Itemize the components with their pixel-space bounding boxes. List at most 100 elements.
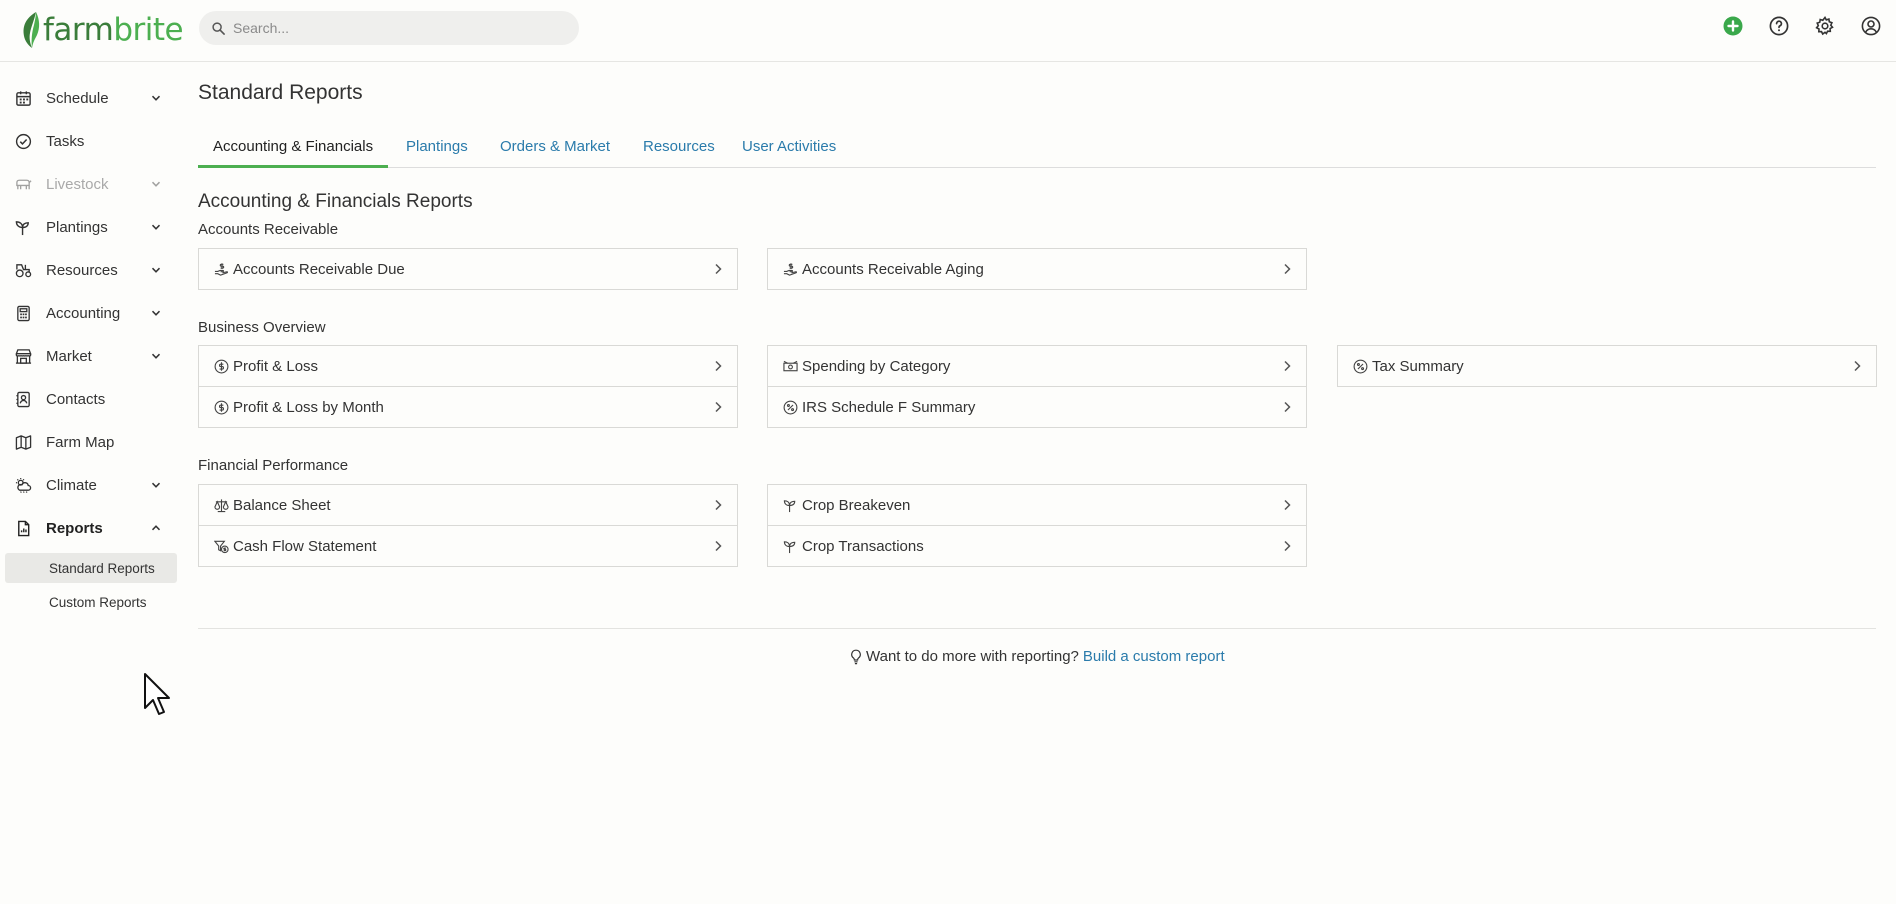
chevron-right-icon [715,263,722,275]
tab-orders-market[interactable]: Orders & Market [485,130,625,168]
sidebar-item-farm-map[interactable]: Farm Map [0,422,182,462]
chevron-up-icon [151,525,161,531]
report-card-cash-flow-statement[interactable]: Cash Flow Statement [198,525,738,567]
sidebar-item-label: Plantings [46,218,108,236]
leaf-logo-icon [23,12,40,48]
report-label: Profit & Loss by Month [233,398,384,416]
tab-accounting-financials[interactable]: Accounting & Financials [198,130,389,168]
report-card-accounts-receivable-due[interactable]: Accounts Receivable Due [198,248,738,290]
sidebar-item-accounting[interactable]: Accounting [0,293,182,333]
chevron-right-icon [715,401,722,413]
sidebar-item-label: Reports [46,519,103,537]
sidebar-item-market[interactable]: Market [0,336,182,376]
chevron-right-icon [1284,499,1291,511]
scale-icon [213,497,229,513]
livestock-icon [14,175,32,193]
report-card-crop-transactions[interactable]: Crop Transactions [767,525,1307,567]
search-input[interactable] [233,20,553,36]
report-label: Crop Transactions [802,537,924,555]
user-icon[interactable] [1860,15,1882,37]
percent-circle-icon [782,399,798,415]
gear-icon[interactable] [1814,15,1836,37]
logo-wordmark: farmbrite [43,12,184,48]
help-icon[interactable] [1768,15,1790,37]
chevron-down-icon [151,224,161,230]
add-circle-icon[interactable] [1722,15,1744,37]
report-label: Accounts Receivable Aging [802,260,984,278]
tab-user-activities[interactable]: User Activities [727,130,851,168]
dollar-circle-icon [213,358,229,374]
sidebar-subitem-custom-reports[interactable]: Custom Reports [5,587,177,617]
report-card-irs-schedule-f-summary[interactable]: IRS Schedule F Summary [767,386,1307,428]
sidebar-item-plantings[interactable]: Plantings [0,207,182,247]
page-title: Standard Reports [198,81,363,104]
report-card-crop-breakeven[interactable]: Crop Breakeven [767,484,1307,526]
logo-part-farm: farm [43,12,114,48]
chevron-down-icon [151,482,161,488]
report-card-tax-summary[interactable]: Tax Summary [1337,345,1877,387]
calendar-icon [14,89,32,107]
chevron-right-icon [715,499,722,511]
money-bill-icon [782,358,798,374]
report-card-spending-by-category[interactable]: Spending by Category [767,345,1307,387]
sidebar-item-schedule[interactable]: Schedule [0,78,182,118]
sidebar-item-label: Tasks [46,132,85,150]
chevron-right-icon [1284,263,1291,275]
report-card-balance-sheet[interactable]: Balance Sheet [198,484,738,526]
report-card-profit-loss[interactable]: Profit & Loss [198,345,738,387]
sidebar-item-label: Climate [46,476,97,494]
hand-money-icon [213,261,229,277]
search-bar[interactable] [199,11,579,45]
chevron-right-icon [1854,360,1861,372]
chevron-down-icon [151,353,161,359]
group-title-accounts-receivable: Accounts Receivable [198,221,339,238]
sprout-icon [782,538,798,554]
report-label: Balance Sheet [233,496,331,514]
farmbrite-logo[interactable]: farmbrite [20,8,184,52]
group-title-business-overview: Business Overview [198,319,326,336]
sidebar-subitem-standard-reports[interactable]: Standard Reports [5,553,177,583]
cash-flow-icon [213,538,229,554]
calculator-icon [14,304,32,322]
chevron-down-icon [151,310,161,316]
sidebar-item-label: Livestock [46,175,109,193]
report-label: Profit & Loss [233,357,319,375]
group-title-financial-performance: Financial Performance [198,457,349,474]
report-card-accounts-receivable-aging[interactable]: Accounts Receivable Aging [767,248,1307,290]
sprout-icon [14,218,32,236]
sprout-icon [782,497,798,513]
check-circle-icon [14,132,32,150]
report-tabs: Accounting & Financials Plantings Orders… [198,130,1876,168]
weather-icon [14,476,32,494]
search-icon [212,21,225,35]
sidebar-item-label: Farm Map [46,433,115,451]
sidebar-item-label: Accounting [46,304,121,322]
lightbulb-icon [851,649,861,664]
sidebar-item-label: Contacts [46,390,106,408]
top-header: farmbrite [0,0,1896,62]
report-card-profit-loss-by-month[interactable]: Profit & Loss by Month [198,386,738,428]
sidebar-item-contacts[interactable]: Contacts [0,379,182,419]
map-icon [14,433,32,451]
chevron-right-icon [715,360,722,372]
chevron-down-icon [151,267,161,273]
hand-money-icon [782,261,798,277]
chevron-right-icon [1284,401,1291,413]
content-divider [198,628,1876,629]
contact-card-icon [14,390,32,408]
build-custom-report-link[interactable]: Build a custom report [1083,648,1225,665]
chevron-right-icon [1284,540,1291,552]
sidebar-item-resources[interactable]: Resources [0,250,182,290]
sidebar-item-tasks[interactable]: Tasks [0,121,182,161]
tab-plantings[interactable]: Plantings [391,130,483,168]
report-label: Crop Breakeven [802,496,911,514]
percent-circle-icon [1352,358,1368,374]
tractor-icon [14,261,32,279]
sidebar-item-livestock[interactable]: Livestock [0,164,182,204]
report-label: IRS Schedule F Summary [802,398,976,416]
tab-resources[interactable]: Resources [628,130,730,168]
mouse-cursor-icon [144,673,170,715]
sidebar-item-reports[interactable]: Reports [0,508,182,548]
sidebar-item-climate[interactable]: Climate [0,465,182,505]
dollar-circle-icon [213,399,229,415]
